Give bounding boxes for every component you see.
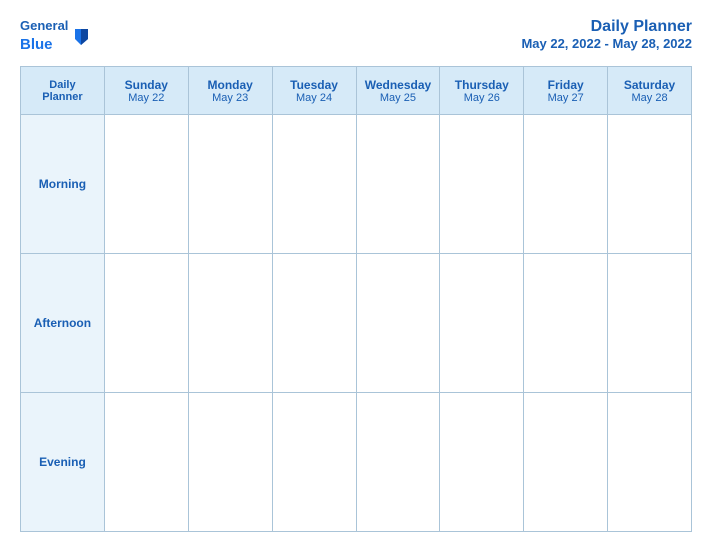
evening-tuesday[interactable]	[272, 393, 356, 532]
tuesday-date: May 24	[277, 92, 352, 104]
col-header-friday: Friday May 27	[524, 67, 608, 115]
morning-sunday[interactable]	[104, 115, 188, 254]
evening-thursday[interactable]	[440, 393, 524, 532]
afternoon-sunday[interactable]	[104, 254, 188, 393]
morning-tuesday[interactable]	[272, 115, 356, 254]
evening-label: Evening	[21, 393, 105, 532]
col-header-label: Daily Planner	[21, 67, 105, 115]
logo-text: General Blue	[20, 18, 68, 54]
monday-name: Monday	[193, 78, 268, 92]
friday-date: May 27	[528, 92, 603, 104]
saturday-date: May 28	[612, 92, 687, 104]
logo-blue: Blue	[20, 36, 53, 53]
logo-general: General	[20, 18, 68, 33]
evening-saturday[interactable]	[608, 393, 692, 532]
evening-wednesday[interactable]	[356, 393, 440, 532]
col-label-day1: Daily	[25, 79, 100, 91]
morning-monday[interactable]	[188, 115, 272, 254]
col-header-saturday: Saturday May 28	[608, 67, 692, 115]
calendar-header-row: Daily Planner Sunday May 22 Monday May 2…	[21, 67, 692, 115]
sunday-name: Sunday	[109, 78, 184, 92]
afternoon-wednesday[interactable]	[356, 254, 440, 393]
header: General Blue Daily Planner May 22, 2022 …	[20, 18, 692, 54]
friday-name: Friday	[528, 78, 603, 92]
morning-label: Morning	[21, 115, 105, 254]
afternoon-friday[interactable]	[524, 254, 608, 393]
evening-monday[interactable]	[188, 393, 272, 532]
morning-thursday[interactable]	[440, 115, 524, 254]
calendar-table: Daily Planner Sunday May 22 Monday May 2…	[20, 66, 692, 532]
afternoon-tuesday[interactable]	[272, 254, 356, 393]
wednesday-name: Wednesday	[361, 78, 436, 92]
afternoon-label: Afternoon	[21, 254, 105, 393]
afternoon-monday[interactable]	[188, 254, 272, 393]
col-label-day2: Planner	[25, 91, 100, 103]
col-header-monday: Monday May 23	[188, 67, 272, 115]
table-row-morning: Morning	[21, 115, 692, 254]
main-title: Daily Planner	[521, 18, 692, 36]
logo-icon	[70, 25, 92, 47]
page: General Blue Daily Planner May 22, 2022 …	[0, 0, 712, 550]
afternoon-saturday[interactable]	[608, 254, 692, 393]
sunday-date: May 22	[109, 92, 184, 104]
title-area: Daily Planner May 22, 2022 - May 28, 202…	[521, 18, 692, 51]
thursday-name: Thursday	[444, 78, 519, 92]
morning-saturday[interactable]	[608, 115, 692, 254]
col-header-wednesday: Wednesday May 25	[356, 67, 440, 115]
saturday-name: Saturday	[612, 78, 687, 92]
monday-date: May 23	[193, 92, 268, 104]
col-header-tuesday: Tuesday May 24	[272, 67, 356, 115]
col-header-thursday: Thursday May 26	[440, 67, 524, 115]
tuesday-name: Tuesday	[277, 78, 352, 92]
table-row-afternoon: Afternoon	[21, 254, 692, 393]
wednesday-date: May 25	[361, 92, 436, 104]
afternoon-thursday[interactable]	[440, 254, 524, 393]
date-range: May 22, 2022 - May 28, 2022	[521, 36, 692, 51]
evening-sunday[interactable]	[104, 393, 188, 532]
morning-wednesday[interactable]	[356, 115, 440, 254]
table-row-evening: Evening	[21, 393, 692, 532]
col-header-sunday: Sunday May 22	[104, 67, 188, 115]
thursday-date: May 26	[444, 92, 519, 104]
evening-friday[interactable]	[524, 393, 608, 532]
morning-friday[interactable]	[524, 115, 608, 254]
logo-area: General Blue	[20, 18, 92, 54]
